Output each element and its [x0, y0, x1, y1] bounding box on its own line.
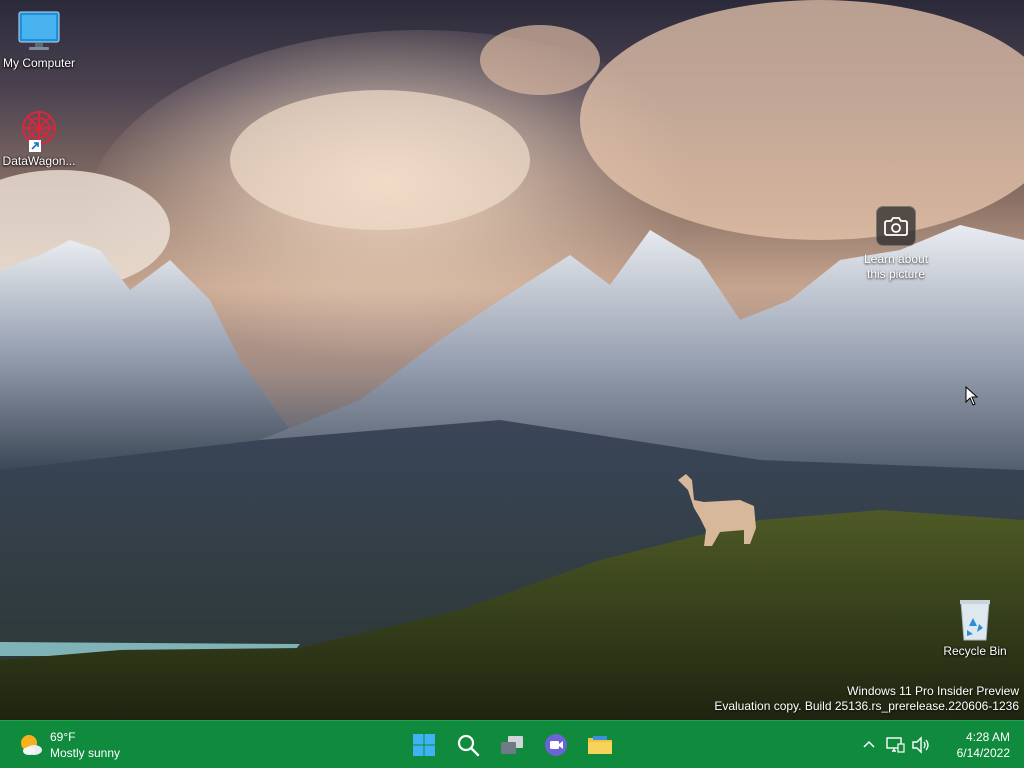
camera-icon [876, 206, 916, 246]
watermark-build: Evaluation copy. Build 25136.rs_prerelea… [714, 699, 1019, 713]
monitor-icon [15, 10, 63, 54]
volume-button[interactable] [909, 733, 933, 757]
chevron-up-icon [863, 740, 875, 748]
weather-temperature: 69°F [50, 730, 76, 744]
chat-button[interactable] [536, 727, 576, 763]
search-icon [457, 734, 480, 757]
task-view-icon [501, 736, 523, 754]
desktop-icon-datawagon[interactable]: DataWagon... [0, 108, 78, 168]
recycle-bin-icon [951, 598, 999, 642]
network-icon [885, 737, 905, 753]
windows-logo-icon [413, 734, 435, 756]
search-button[interactable] [448, 727, 488, 763]
windows-watermark: Windows 11 Pro Insider Preview Evaluatio… [714, 684, 1019, 714]
desktop-icon-recycle-bin[interactable]: Recycle Bin [936, 598, 1014, 658]
clock-date: 6/14/2022 [956, 746, 1010, 760]
learn-about-picture-button[interactable]: Learn about this picture [856, 206, 936, 282]
folder-icon [588, 736, 612, 754]
volume-icon [911, 736, 929, 754]
task-view-button[interactable] [492, 727, 532, 763]
wallpaper-landscape [0, 0, 1024, 720]
spotlight-label-line1: Learn about [863, 252, 929, 266]
taskbar: 69°F Mostly sunny 4:28 AM 6/14/2022 [0, 720, 1024, 768]
partly-sunny-icon [18, 732, 44, 758]
taskbar-pinned-apps [404, 727, 620, 763]
desktop-icon-label: Recycle Bin [943, 644, 1007, 658]
desktop[interactable]: My Computer DataWagon... Recycle Bin Lea… [0, 0, 1024, 720]
mouse-pointer-icon [965, 386, 979, 406]
show-hidden-icons-button[interactable] [857, 733, 881, 757]
watermark-edition: Windows 11 Pro Insider Preview [847, 684, 1019, 698]
desktop-icon-label: DataWagon... [2, 154, 76, 168]
desktop-icon-label: My Computer [2, 56, 76, 70]
desktop-icon-my-computer[interactable]: My Computer [0, 10, 78, 70]
weather-widget[interactable]: 69°F Mostly sunny [18, 727, 120, 763]
system-tray: 4:28 AM 6/14/2022 [857, 725, 1012, 765]
file-explorer-button[interactable] [580, 727, 620, 763]
network-button[interactable] [883, 733, 907, 757]
start-button[interactable] [404, 727, 444, 763]
weather-condition: Mostly sunny [50, 746, 121, 760]
clock-time: 4:28 AM [965, 730, 1010, 744]
taskbar-clock[interactable]: 4:28 AM 6/14/2022 [957, 729, 1010, 761]
datawagon-logo-icon [15, 108, 63, 152]
teams-chat-icon [545, 734, 567, 756]
spotlight-label-line2: this picture [866, 267, 926, 281]
